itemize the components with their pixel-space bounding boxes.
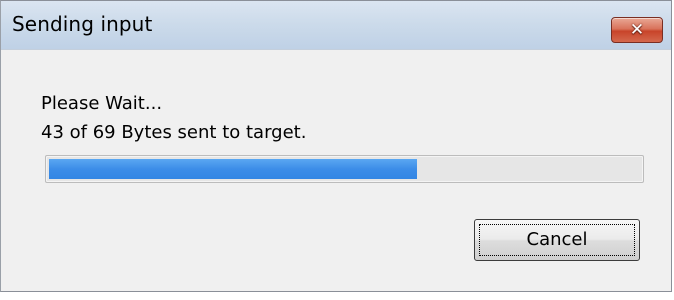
close-icon: ✕ <box>629 20 645 40</box>
window-title: Sending input <box>12 12 153 36</box>
progress-bar-fill <box>49 159 417 179</box>
cancel-button[interactable]: Cancel <box>474 219 640 261</box>
close-button[interactable]: ✕ <box>611 17 663 43</box>
please-wait-text: Please Wait... <box>41 93 163 114</box>
title-bar[interactable]: Sending input ✕ <box>1 1 671 50</box>
dialog-body: Please Wait... 43 of 69 Bytes sent to ta… <box>1 50 671 291</box>
progress-bar <box>45 155 644 183</box>
cancel-button-label: Cancel <box>526 229 588 250</box>
bytes-sent-text: 43 of 69 Bytes sent to target. <box>41 122 307 143</box>
dialog-window: Sending input ✕ Please Wait... 43 of 69 … <box>0 0 672 292</box>
